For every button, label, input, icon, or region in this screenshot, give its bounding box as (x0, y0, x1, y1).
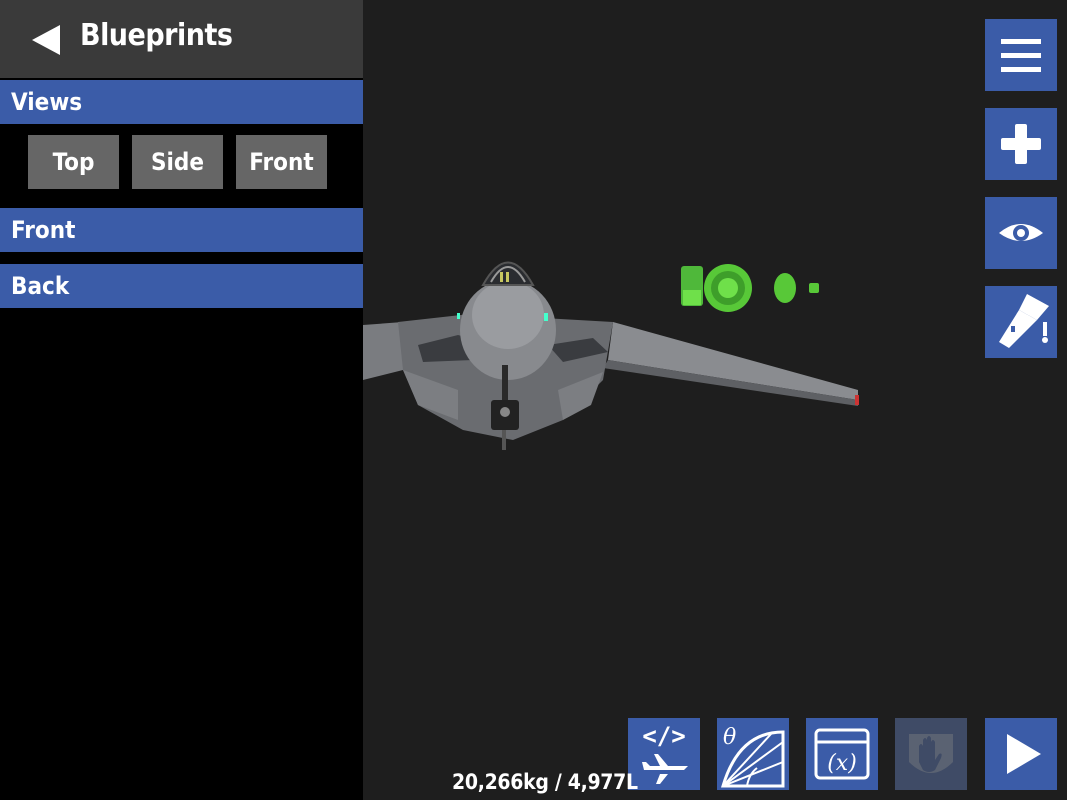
play-icon (1007, 734, 1041, 774)
paint-button[interactable] (985, 286, 1057, 358)
hamburger-menu-icon (1001, 39, 1041, 72)
svg-text:</>: </> (642, 722, 685, 750)
section-front[interactable]: Front (0, 208, 363, 252)
view-front-button[interactable]: Front (236, 135, 327, 189)
menu-button[interactable] (985, 19, 1057, 91)
views-section-header: Views (0, 80, 363, 124)
view-top-button[interactable]: Top (28, 135, 119, 189)
panel-header: Blueprints (0, 0, 363, 78)
section-back[interactable]: Back (0, 264, 363, 308)
angle-theta-icon: θ (720, 725, 785, 788)
mass-fuel-readout: 20,266kg / 4,977L (452, 770, 638, 794)
plus-icon (1001, 124, 1041, 164)
view-options-button[interactable] (985, 197, 1057, 269)
3d-viewport[interactable] (363, 0, 1067, 800)
angle-button[interactable]: θ (717, 718, 789, 790)
back-arrow-icon[interactable] (30, 24, 62, 56)
hand-icon (909, 734, 953, 773)
variables-button[interactable]: (x) (806, 718, 878, 790)
view-side-button[interactable]: Side (132, 135, 223, 189)
paint-brush-icon (999, 294, 1049, 348)
add-part-button[interactable] (985, 108, 1057, 180)
svg-text:θ: θ (723, 725, 736, 750)
aircraft-model[interactable] (363, 0, 1067, 800)
blueprints-panel: Blueprints Views Top Side Front Front Ba… (0, 0, 363, 800)
svg-text:(x): (x) (827, 751, 857, 776)
touch-mode-button[interactable] (895, 718, 967, 790)
variables-icon: (x) (814, 728, 870, 780)
code-button[interactable]: </> (628, 718, 700, 790)
code-airplane-icon: </> (642, 722, 688, 784)
play-button[interactable] (985, 718, 1057, 790)
eye-icon (999, 224, 1043, 241)
page-title: Blueprints (80, 18, 233, 53)
app-root: Blueprints Views Top Side Front Front Ba… (0, 0, 1067, 800)
